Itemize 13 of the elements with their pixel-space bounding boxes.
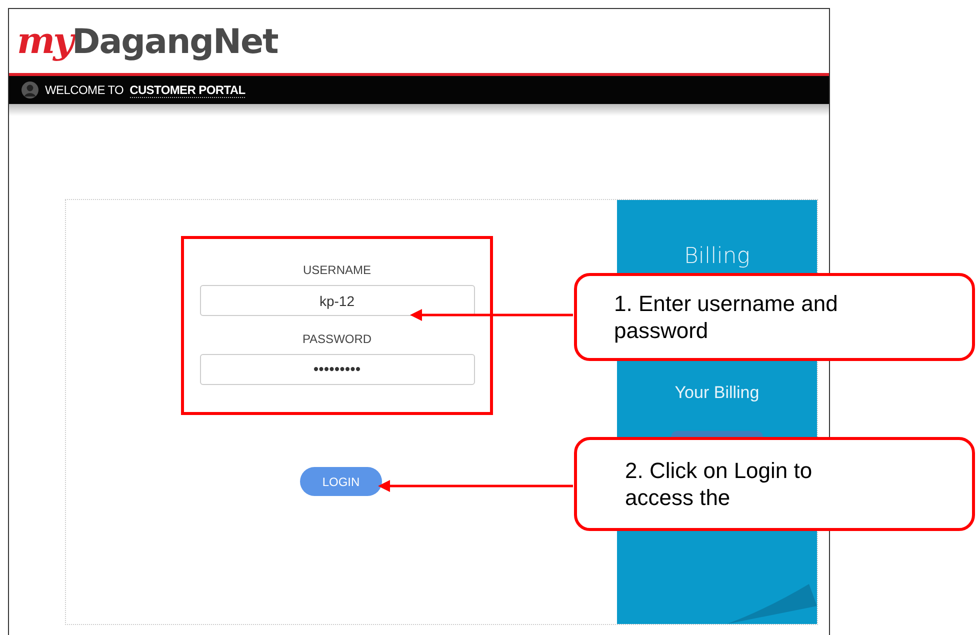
password-label: PASSWORD: [302, 332, 372, 346]
logo: myDagangNet: [17, 20, 278, 62]
callout-text: 2. Click on Login to access the: [625, 456, 814, 512]
promo-subtitle: Your Billing: [674, 383, 760, 403]
welcome-text: WELCOME TO: [45, 83, 124, 97]
user-icon: [21, 81, 39, 99]
username-label: USERNAME: [302, 263, 371, 277]
username-field[interactable]: kp-12: [200, 285, 474, 316]
callout-text: 1. Enter username and password: [614, 290, 839, 344]
promo-title: Billing: [684, 244, 750, 269]
password-field[interactable]: •••••••••: [200, 354, 474, 385]
portal-name: CUSTOMER PORTAL: [130, 82, 246, 98]
page-curl-icon: [727, 584, 817, 624]
